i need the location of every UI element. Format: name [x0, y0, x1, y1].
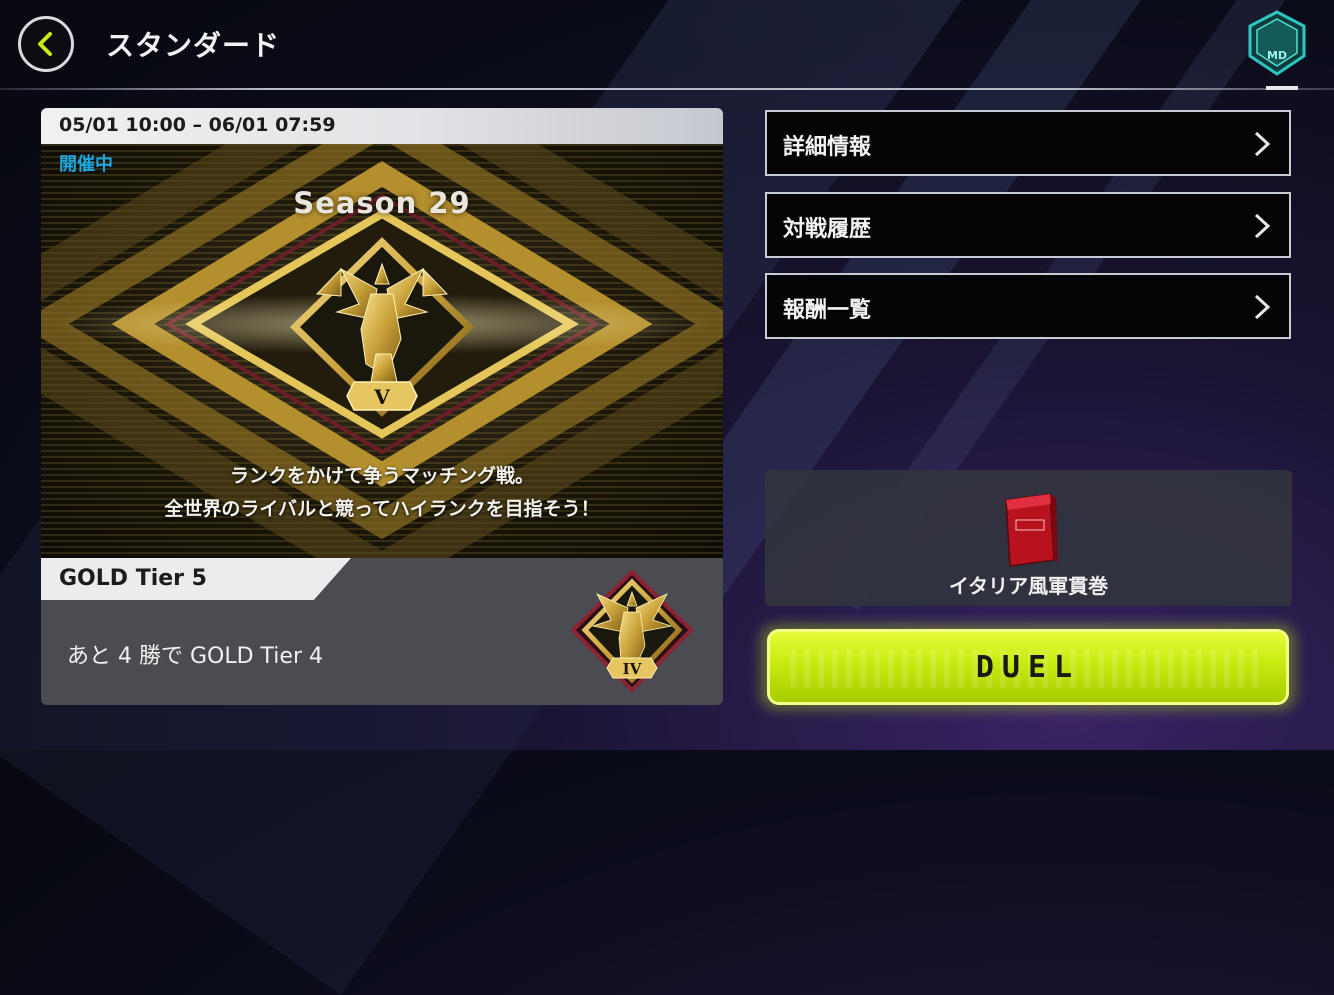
back-button[interactable]: [18, 16, 74, 72]
menu-item-rewards[interactable]: 報酬一覧: [765, 273, 1291, 339]
tier-progress-text: あと 4 勝で GOLD Tier 4: [67, 644, 323, 669]
tier-panel: GOLD Tier 5 あと 4 勝で GOLD Tier 4 IV: [41, 558, 723, 705]
duel-button[interactable]: DUEL: [767, 629, 1289, 705]
season-title: Season 29: [293, 186, 471, 220]
header-divider: [0, 88, 1334, 90]
md-badge-icon[interactable]: MD: [1246, 10, 1308, 78]
page-title: スタンダード: [106, 29, 281, 62]
chevron-right-icon: [1254, 213, 1271, 239]
menu-item-label: 報酬一覧: [783, 298, 872, 323]
reward-panel[interactable]: イタリア風軍貫巻: [765, 470, 1292, 606]
date-bar: 05/01 10:00 – 06/01 07:59: [41, 108, 723, 144]
status-badge: 開催中: [59, 154, 113, 175]
menu-item-match-history[interactable]: 対戦履歴: [765, 192, 1291, 258]
next-tier-numeral: IV: [623, 660, 642, 678]
description-line: ランクをかけて争うマッチング戦。: [229, 465, 534, 487]
rank-numeral: V: [373, 385, 390, 409]
chevron-right-icon: [1254, 294, 1271, 320]
chevron-right-icon: [1254, 131, 1271, 157]
header: スタンダード MD: [0, 0, 1334, 90]
menu-item-details[interactable]: 詳細情報: [765, 110, 1291, 176]
menu-item-label: 対戦履歴: [783, 217, 872, 242]
season-date-range: 05/01 10:00 – 06/01 07:59: [59, 114, 336, 136]
chevron-left-icon: [38, 32, 52, 56]
next-tier-emblem-icon: IV: [570, 569, 694, 693]
red-box-icon: [1005, 493, 1058, 567]
reward-label: イタリア風軍貫巻: [948, 574, 1109, 598]
duel-button-label: DUEL: [975, 649, 1081, 685]
description-line: 全世界のライバルと競ってハイランクを目指そう！: [164, 498, 600, 520]
badge-underline: [1266, 86, 1298, 90]
current-tier: GOLD Tier 5: [59, 566, 207, 591]
md-badge-text: MD: [1267, 49, 1287, 62]
season-description: ランクをかけて争うマッチング戦。 全世界のライバルと競ってハイランクを目指そう！: [41, 460, 723, 526]
menu-item-label: 詳細情報: [783, 135, 872, 160]
season-panel: V 05/01 10:00 – 06/01 07:59 開催中 Season 2…: [41, 108, 723, 558]
